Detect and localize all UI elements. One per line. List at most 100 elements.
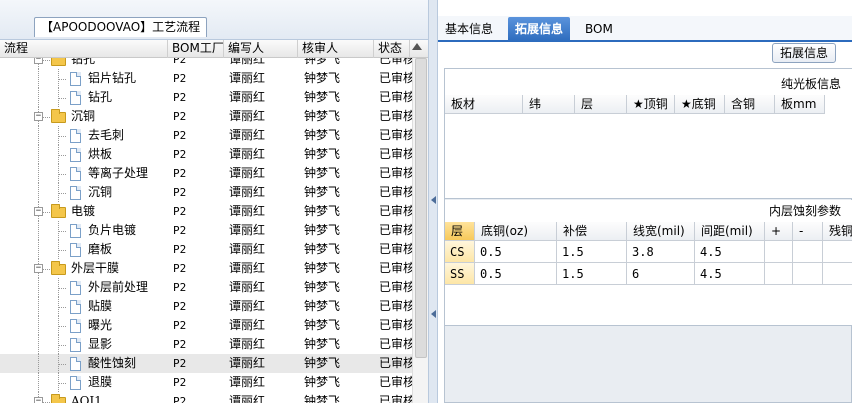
document-icon [70,357,81,371]
board-col-weft[interactable]: 纬 [523,95,575,114]
etch-cell[interactable] [793,241,823,263]
tree-connector [58,307,66,308]
tree-row-status: 已审核 [379,71,412,85]
board-col-top-copper[interactable]: ★顶铜 [627,95,675,114]
tree-row[interactable]: 负片电镀 P2 谭丽红 钟梦飞 已审核 [0,221,412,240]
etch-cell[interactable] [765,241,793,263]
tab-basic-info[interactable]: 基本信息 [438,17,500,42]
collapse-icon[interactable]: − [34,112,43,121]
collapse-icon[interactable]: − [34,58,43,64]
tree-row[interactable]: 显影 P2 谭丽红 钟梦飞 已审核 [0,335,412,354]
tree-row[interactable]: 等离子处理 P2 谭丽红 钟梦飞 已审核 [0,164,412,183]
etch-cell[interactable] [765,263,793,285]
etch-cell[interactable]: 1.5 [557,241,627,263]
etch-col-plus[interactable]: + [765,222,793,241]
tree-row-status: 已审核 [379,394,412,403]
tree-group-row[interactable]: − 钻孔 P2 谭丽红 钟梦飞 已审核 [0,58,412,69]
tree-group-row[interactable]: − 沉铜 P2 谭丽红 钟梦飞 已审核 [0,107,412,126]
etch-cell[interactable]: 6 [627,263,695,285]
etch-cell[interactable]: 4.5 [695,241,765,263]
tree-row[interactable]: 去毛刺 P2 谭丽红 钟梦飞 已审核 [0,126,412,145]
tree-row[interactable]: 贴膜 P2 谭丽红 钟梦飞 已审核 [0,297,412,316]
tree-row[interactable]: 烘板 P2 谭丽红 钟梦飞 已审核 [0,145,412,164]
tree-row[interactable]: 酸性蚀刻 P2 谭丽红 钟梦飞 已审核 [0,354,412,373]
collapse-icon[interactable]: − [34,264,43,273]
etch-cell[interactable]: 1.5 [557,263,627,285]
tree-row-name: 磨板 [88,242,113,256]
tree-row[interactable]: 退膜 P2 谭丽红 钟梦飞 已审核 [0,373,412,392]
document-icon [70,243,81,257]
etch-cell[interactable]: 0.5 [475,263,557,285]
etch-cell[interactable]: SS [445,263,475,285]
etch-cell[interactable] [823,263,852,285]
etch-cell[interactable]: CS [445,241,475,263]
board-info-title: 纯光板信息 [780,77,841,91]
tree-row-name: 等离子处理 [88,166,149,180]
etch-col-compensation[interactable]: 补偿 [557,222,627,241]
tree-row-writer: 谭丽红 [229,109,266,123]
board-col-bottom-copper[interactable]: ★底铜 [675,95,725,114]
board-col-material[interactable]: 板材 [445,95,523,114]
tree-scrollbar-thumb[interactable] [415,58,427,358]
tree-row-bom: P2 [173,72,187,85]
etch-cell[interactable]: 3.8 [627,241,695,263]
tree-row[interactable]: 磨板 P2 谭丽红 钟梦飞 已审核 [0,240,412,259]
tree-row-status: 已审核 [379,299,412,313]
tree-row[interactable]: 钻孔 P2 谭丽红 钟梦飞 已审核 [0,88,412,107]
tree-row[interactable]: 沉铜 P2 谭丽红 钟梦飞 已审核 [0,183,412,202]
col-header-process[interactable]: 流程 [0,40,168,58]
collapse-icon[interactable]: − [34,397,43,403]
collapse-left-icon[interactable] [431,196,436,204]
collapse-left-icon-2[interactable] [431,310,436,318]
board-col-layer[interactable]: 层 [575,95,627,114]
tree-row-reviewer: 钟梦飞 [304,223,341,237]
tree-scrollbar[interactable] [412,58,428,403]
etch-col-line-width[interactable]: 线宽(mil) [627,222,695,241]
col-header-status[interactable]: 状态 [374,40,410,58]
tree-connector [58,98,66,99]
tab-extended-info[interactable]: 拓展信息 [508,17,571,42]
etch-cell[interactable]: 0.5 [475,241,557,263]
etch-col-minus[interactable]: - [793,222,823,241]
tree-row-writer: 谭丽红 [229,299,266,313]
tree-connector [58,250,66,251]
document-icon [70,319,81,333]
tab-bom[interactable]: BOM [578,17,620,42]
col-header-bom[interactable]: BOM工厂 [168,40,224,58]
col-header-reviewer[interactable]: 核审人 [298,40,374,58]
tree-row-name: 电镀 [71,204,96,218]
tree-connector [58,164,59,183]
board-col-thickness[interactable]: 板mm [775,95,825,114]
tree-row[interactable]: 曝光 P2 谭丽红 钟梦飞 已审核 [0,316,412,335]
tree-row-status: 已审核 [379,318,412,332]
etch-col-layer[interactable]: 层 [445,222,475,241]
tree-row-bom: P2 [173,129,187,142]
tree-group-row[interactable]: − AOI1 P2 谭丽红 钟梦飞 已审核 [0,392,412,403]
collapse-icon[interactable]: − [34,207,43,216]
tree-connector [58,79,66,80]
board-info-section: 纯光板信息 板材 纬 层 ★顶铜 ★底铜 含铜 板mm [445,69,852,199]
tree-row-status: 已审核 [379,242,412,256]
document-icon [70,376,81,390]
etch-cell[interactable] [793,263,823,285]
tree-group-row[interactable]: − 外层干膜 P2 谭丽红 钟梦飞 已审核 [0,259,412,278]
tree-row-reviewer: 钟梦飞 [304,166,341,180]
etch-cell[interactable]: 4.5 [695,263,765,285]
tree-row[interactable]: 铝片钻孔 P2 谭丽红 钟梦飞 已审核 [0,69,412,88]
etch-col-residual[interactable]: 残铜 [823,222,852,241]
pane-splitter[interactable] [428,0,438,403]
tree-row-bom: P2 [173,319,187,332]
board-col-copper[interactable]: 含铜 [725,95,775,114]
col-header-writer[interactable]: 编写人 [224,40,298,58]
sort-up-icon[interactable] [412,43,422,50]
tree-row-writer: 谭丽红 [229,166,266,180]
tree-row[interactable]: 外层前处理 P2 谭丽红 钟梦飞 已审核 [0,278,412,297]
etch-cell[interactable] [823,241,852,263]
etch-col-base-copper[interactable]: 底铜(oz) [475,222,557,241]
tree-row-name: 沉铜 [71,109,96,123]
process-panel-title[interactable]: 【APOODOOVAO】工艺流程 [34,17,208,37]
tree-row-bom: P2 [173,395,187,403]
etch-col-spacing[interactable]: 间距(mil) [695,222,765,241]
tree-group-row[interactable]: − 电镀 P2 谭丽红 钟梦飞 已审核 [0,202,412,221]
extended-info-button[interactable]: 拓展信息 [772,43,836,63]
